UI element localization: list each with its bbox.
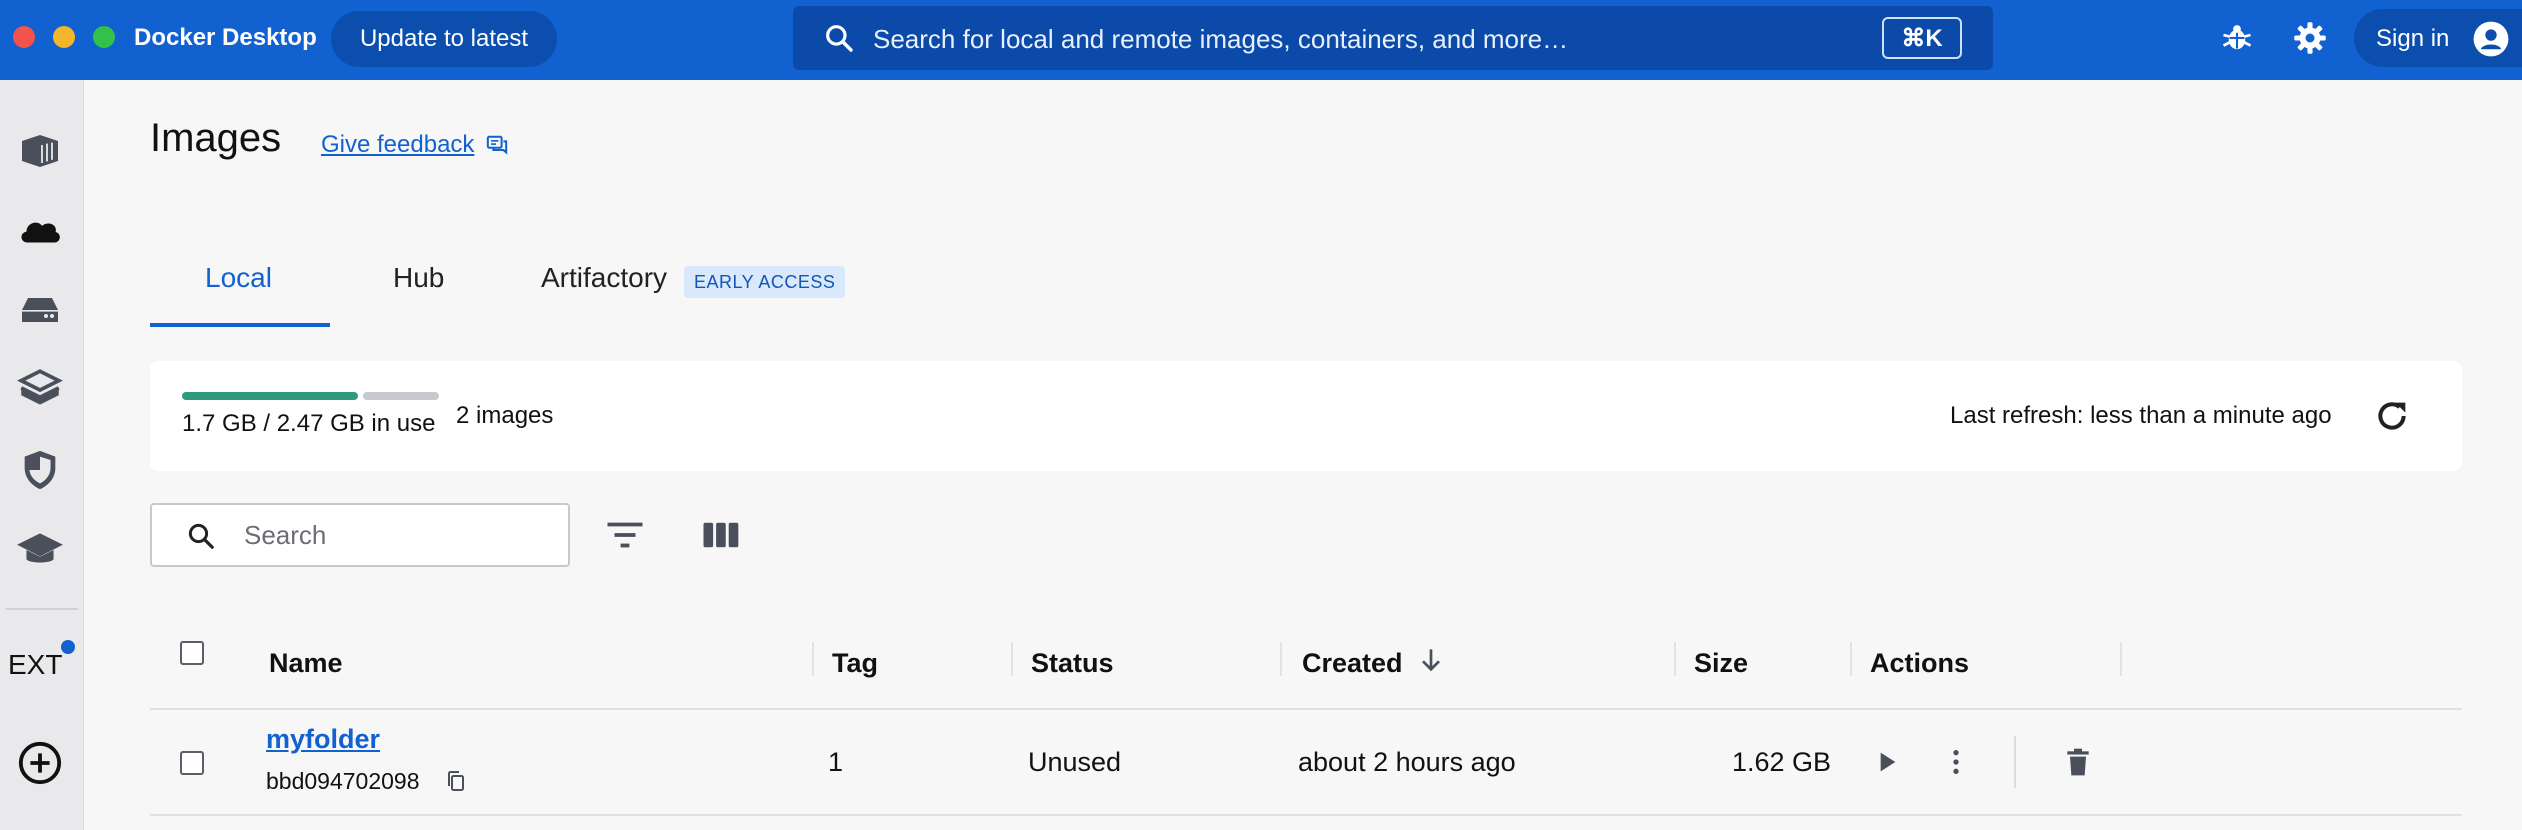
column-separator[interactable]	[1674, 642, 1676, 676]
image-search-input[interactable]	[244, 515, 544, 555]
give-feedback-link[interactable]: Give feedback	[321, 131, 474, 159]
image-tag: 1	[828, 747, 844, 777]
image-size: 1.62 GB	[1732, 747, 1832, 777]
row-select-checkbox[interactable]	[180, 751, 204, 775]
column-header-status[interactable]: Status	[1031, 648, 1114, 679]
disk-usage-bar-free	[363, 392, 439, 400]
learning-center-icon	[17, 533, 63, 563]
select-all-checkbox[interactable]	[180, 641, 204, 665]
table-row[interactable]: myfolder bbd094702098 1 Unused about 2 h…	[150, 712, 2462, 816]
image-id: bbd094702098	[266, 768, 420, 794]
page-title: Images	[150, 116, 282, 160]
tab-local[interactable]: Local	[205, 262, 272, 294]
disk-usage-card: 1.7 GB / 2.47 GB in use 2 images Last re…	[150, 361, 2462, 471]
early-access-badge: EARLY ACCESS	[684, 266, 846, 298]
add-extension-icon	[18, 741, 62, 785]
feedback-icon[interactable]	[486, 134, 508, 156]
disk-usage-text: 1.7 GB / 2.47 GB in use	[182, 410, 436, 437]
sidebar-item-add-extension[interactable]	[14, 737, 66, 789]
column-header-size[interactable]: Size	[1694, 648, 1748, 679]
tab-artifactory[interactable]: Artifactory	[541, 262, 667, 294]
refresh-icon[interactable]	[2372, 396, 2412, 436]
search-icon	[188, 523, 214, 549]
column-separator[interactable]	[1280, 642, 1282, 676]
columns-icon[interactable]	[700, 517, 742, 553]
update-button[interactable]: Update to latest	[331, 11, 557, 67]
tab-hub[interactable]: Hub	[393, 262, 444, 294]
image-created: about 2 hours ago	[1298, 747, 1516, 777]
volumes-icon	[22, 298, 58, 322]
column-header-actions: Actions	[1870, 648, 1970, 678]
bug-icon[interactable]	[2219, 20, 2255, 56]
image-name-link[interactable]: myfolder	[266, 724, 380, 755]
more-options-icon[interactable]	[1940, 746, 1972, 778]
column-header-created[interactable]: Created	[1302, 648, 1403, 679]
disk-usage-bar-used	[182, 392, 358, 400]
copy-icon[interactable]	[444, 768, 468, 794]
sidebar-item-containers[interactable]	[14, 125, 66, 177]
sidebar: EXT	[0, 80, 84, 830]
scout-shield-icon	[24, 450, 56, 490]
sidebar-item-extensions[interactable]: EXT	[8, 649, 62, 681]
active-tab-indicator	[150, 323, 330, 327]
window-minimize-button[interactable]	[53, 26, 75, 48]
image-count: 2 images	[456, 402, 554, 429]
sort-descending-icon[interactable]	[1415, 644, 1447, 676]
image-search-field[interactable]	[150, 503, 570, 567]
filter-icon[interactable]	[604, 517, 646, 553]
builds-icon	[17, 369, 63, 405]
extensions-notification-dot	[61, 640, 75, 654]
top-bar: Docker Desktop Update to latest Search f…	[0, 0, 2522, 80]
gear-icon[interactable]	[2292, 20, 2328, 56]
sidebar-item-scout[interactable]	[14, 444, 66, 496]
column-separator[interactable]	[812, 642, 814, 676]
app-title: Docker Desktop	[134, 24, 317, 51]
image-status: Unused	[1028, 747, 1122, 777]
containers-icon	[22, 135, 58, 167]
run-icon[interactable]	[1870, 746, 1902, 778]
sign-in-label: Sign in	[2376, 25, 2450, 52]
global-search-placeholder: Search for local and remote images, cont…	[873, 24, 1569, 54]
sidebar-item-volumes[interactable]	[14, 284, 66, 336]
sidebar-item-builds[interactable]	[14, 364, 66, 416]
column-separator[interactable]	[1850, 642, 1852, 676]
table-header: Name Tag Status Created Size Actions	[150, 620, 2462, 710]
column-separator[interactable]	[1011, 642, 1013, 676]
sidebar-item-learning-center[interactable]	[14, 524, 66, 576]
last-refresh-text: Last refresh: less than a minute ago	[1950, 402, 2332, 429]
cloud-icon	[21, 222, 60, 243]
search-icon	[826, 25, 853, 52]
sidebar-item-cloud[interactable]	[14, 204, 66, 256]
actions-divider	[2014, 736, 2016, 788]
window-zoom-button[interactable]	[93, 26, 115, 48]
sign-in-button[interactable]: Sign in	[2354, 9, 2522, 67]
global-search-bar[interactable]: Search for local and remote images, cont…	[793, 6, 1993, 70]
sidebar-divider	[6, 608, 78, 610]
avatar-icon	[2473, 21, 2509, 57]
window-close-button[interactable]	[13, 26, 35, 48]
column-header-name[interactable]: Name	[269, 648, 343, 679]
column-header-tag[interactable]: Tag	[832, 648, 878, 679]
search-shortcut-badge: ⌘K	[1882, 17, 1962, 59]
delete-icon[interactable]	[2062, 746, 2094, 778]
column-separator[interactable]	[2120, 642, 2122, 676]
